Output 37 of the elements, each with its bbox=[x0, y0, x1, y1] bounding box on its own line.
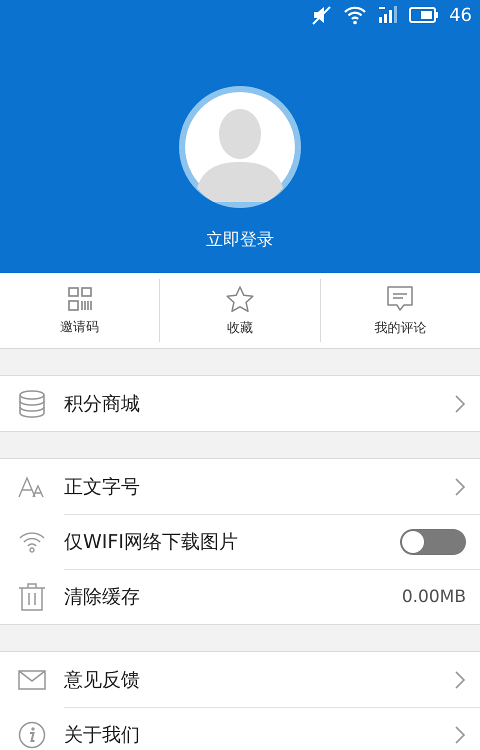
chevron-right-icon bbox=[454, 670, 466, 690]
toggle-switch[interactable] bbox=[400, 529, 466, 555]
shortcut-button[interactable]: 收藏 bbox=[159, 279, 320, 342]
settings-row[interactable]: 积分商城 bbox=[0, 376, 480, 431]
signal-icon bbox=[377, 5, 400, 25]
battery-level: 46 bbox=[449, 4, 472, 26]
envelope-icon bbox=[17, 668, 47, 692]
chevron-right-icon bbox=[454, 476, 466, 496]
cache-size: 0.00MB bbox=[402, 587, 466, 607]
trash-icon bbox=[17, 582, 47, 612]
wifi-icon bbox=[17, 530, 47, 554]
star-icon bbox=[224, 284, 255, 312]
row-label: 关于我们 bbox=[64, 723, 140, 748]
qr-code-icon bbox=[66, 286, 93, 312]
person-silhouette-icon bbox=[185, 92, 295, 202]
shortcut-button[interactable]: 邀请码 bbox=[0, 279, 160, 342]
row-label: 积分商城 bbox=[64, 392, 140, 416]
chevron-right-icon bbox=[454, 394, 466, 414]
wifi-icon bbox=[343, 5, 368, 25]
avatar[interactable] bbox=[179, 86, 301, 208]
settings-row[interactable]: 清除缓存 0.00MB bbox=[0, 569, 480, 624]
chevron-right-icon bbox=[454, 725, 466, 745]
row-label: 清除缓存 bbox=[64, 585, 140, 610]
battery-icon bbox=[409, 6, 440, 24]
muted-speaker-icon bbox=[311, 5, 334, 25]
settings-row[interactable]: 关于我们 bbox=[0, 707, 480, 750]
shortcut-button[interactable]: 我的评论 bbox=[320, 279, 480, 342]
row-label: 意见反馈 bbox=[64, 668, 140, 692]
comment-icon bbox=[385, 284, 416, 312]
settings-row[interactable]: 意见反馈 bbox=[0, 652, 480, 707]
row-label: 正文字号 bbox=[64, 474, 140, 500]
settings-row[interactable]: 仅WIFI网络下载图片 bbox=[0, 514, 480, 569]
info-icon bbox=[17, 720, 47, 750]
row-label: 仅WIFI网络下载图片 bbox=[64, 530, 238, 555]
login-link[interactable]: 立即登录 bbox=[206, 228, 274, 251]
settings-row[interactable]: 正文字号 bbox=[0, 459, 480, 514]
database-icon bbox=[17, 388, 47, 418]
